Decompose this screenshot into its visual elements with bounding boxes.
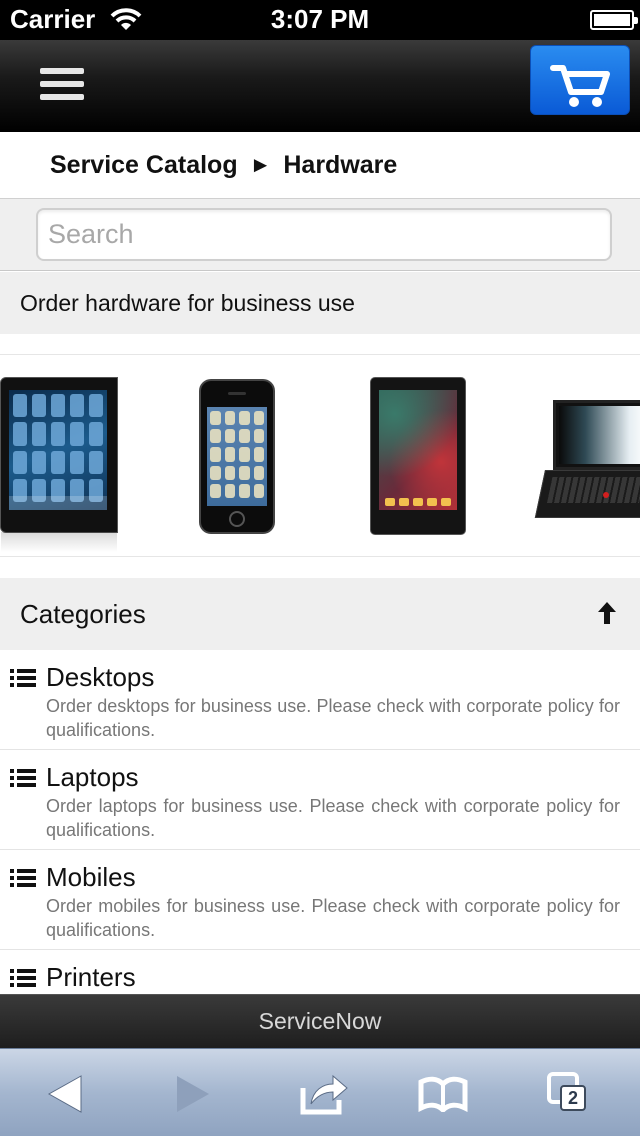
bookmarks-book-icon — [418, 1076, 468, 1112]
category-item-mobiles[interactable]: Mobiles Order mobiles for business use. … — [0, 850, 640, 950]
page-description: Order hardware for business use — [0, 272, 640, 334]
breadcrumb: Service Catalog ► Hardware — [0, 132, 640, 199]
categories-title: Categories — [20, 598, 146, 629]
search-input[interactable] — [36, 208, 612, 261]
back-button[interactable] — [35, 1069, 95, 1119]
breadcrumb-current: Hardware — [283, 150, 398, 179]
category-title: Desktops — [46, 662, 155, 692]
category-title: Printers — [46, 962, 136, 992]
categories-header[interactable]: Categories — [0, 578, 640, 650]
category-item-laptops[interactable]: Laptops Order laptops for business use. … — [0, 750, 640, 850]
tabs-button[interactable]: 2 — [542, 1069, 602, 1119]
list-icon — [10, 769, 36, 787]
search-bar — [0, 199, 640, 271]
cart-button[interactable] — [530, 45, 630, 115]
category-title: Mobiles — [46, 862, 136, 892]
breadcrumb-service-catalog[interactable]: Service Catalog — [50, 151, 238, 180]
category-title: Laptops — [46, 762, 139, 792]
status-time: 3:07 PM — [270, 4, 370, 34]
footer-brand-label: ServiceNow — [258, 1008, 382, 1034]
share-button[interactable] — [293, 1069, 353, 1119]
category-description: Order mobiles for business use. Please c… — [46, 896, 620, 940]
iphone-image[interactable] — [199, 379, 275, 534]
category-list: Desktops Order desktops for business use… — [0, 650, 640, 994]
list-icon — [10, 669, 36, 687]
category-description: Order desktops for business use. Please … — [46, 696, 620, 740]
category-description: Order laptops for business use. Please c… — [46, 796, 620, 840]
up-arrow-icon[interactable] — [596, 600, 618, 626]
battery-icon — [590, 10, 638, 30]
product-carousel[interactable] — [0, 354, 640, 557]
breadcrumb-separator-icon: ► — [249, 152, 272, 177]
category-item-desktops[interactable]: Desktops Order desktops for business use… — [0, 650, 640, 750]
ipad-image[interactable] — [0, 377, 118, 552]
share-icon — [300, 1074, 348, 1115]
forward-arrow-icon — [177, 1076, 209, 1112]
forward-button[interactable] — [163, 1069, 223, 1119]
app-footer: ServiceNow — [0, 994, 640, 1048]
shopping-cart-icon — [550, 65, 610, 107]
category-item-printers[interactable]: Printers — [0, 950, 640, 994]
laptop-image[interactable] — [534, 400, 640, 520]
android-tablet-image[interactable] — [370, 377, 466, 535]
hamburger-menu-icon[interactable] — [40, 68, 84, 104]
back-arrow-icon — [47, 1075, 82, 1113]
list-icon — [10, 969, 36, 987]
app-header — [0, 40, 640, 132]
tabs-count: 2 — [560, 1085, 586, 1111]
safari-toolbar: 2 — [0, 1048, 640, 1136]
list-icon — [10, 869, 36, 887]
status-bar: Carrier 3:07 PM — [0, 0, 640, 40]
bookmarks-button[interactable] — [413, 1069, 473, 1119]
